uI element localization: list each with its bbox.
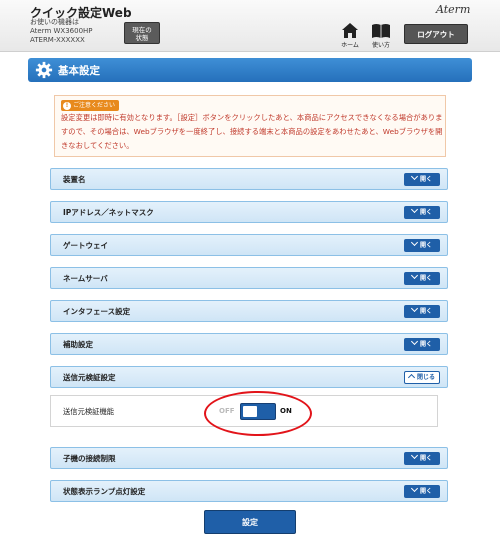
open-button-label: 開く (419, 488, 432, 495)
chevron-down-icon (410, 484, 419, 493)
header-bar: クイック設定Web お使いの機器は Aterm WX3600HP ATERM-X… (0, 0, 500, 52)
open-button[interactable]: 開く (404, 271, 440, 285)
notice-box: ! ご注意ください 設定変更は即時に有効となります。［設定］ボタンをクリックしたあ… (54, 95, 446, 157)
accordion-label: インタフェース設定 (63, 307, 131, 316)
accordion-name-server[interactable]: ネームサーバ 開く (50, 267, 448, 289)
chevron-down-icon (410, 172, 419, 181)
open-button-label: 開く (419, 242, 432, 249)
accordion-source-verification[interactable]: 送信元検証設定 閉じる (50, 366, 448, 388)
device-model: Aterm WX3600HP (30, 27, 93, 35)
notice-badge: ! ご注意ください (61, 100, 120, 111)
close-button-label: 閉じる (416, 374, 435, 381)
accordion-label: IPアドレス／ネットマスク (63, 208, 154, 217)
accordion-client-limit[interactable]: 子機の接続制限 開く (50, 447, 448, 469)
brand-logo: Aterm (436, 3, 471, 16)
open-button-label: 開く (419, 209, 432, 216)
open-button-label: 開く (419, 341, 432, 348)
open-button[interactable]: 開く (404, 337, 440, 351)
notice-badge-label: ご注意ください (73, 102, 116, 109)
accordion-device-name[interactable]: 装置名 開く (50, 168, 448, 190)
open-button[interactable]: 開く (404, 238, 440, 252)
submit-button[interactable]: 設定 (204, 510, 296, 534)
nav-help[interactable]: 使い方 (367, 22, 395, 50)
accordion-auxiliary[interactable]: 補助設定 開く (50, 333, 448, 355)
close-button[interactable]: 閉じる (404, 371, 440, 384)
accordion-status-lamp[interactable]: 状態表示ランプ点灯設定 開く (50, 480, 448, 502)
accordion-label: 装置名 (63, 175, 86, 184)
chevron-up-icon (407, 373, 416, 382)
status-button-line2: 状態 (135, 34, 149, 42)
status-button-line1: 現在の (132, 26, 152, 34)
accordion-gateway[interactable]: ゲートウェイ 開く (50, 234, 448, 256)
open-button[interactable]: 開く (404, 172, 440, 186)
chevron-down-icon (410, 451, 419, 460)
accordion-label: 補助設定 (63, 340, 93, 349)
accordion-interface[interactable]: インタフェース設定 開く (50, 300, 448, 322)
device-id: ATERM-XXXXXX (30, 36, 85, 44)
chevron-down-icon (410, 271, 419, 280)
book-icon (372, 24, 390, 38)
open-button-label: 開く (419, 176, 432, 183)
accordion-label: 状態表示ランプ点灯設定 (63, 487, 146, 496)
gear-icon (35, 61, 53, 79)
open-button-label: 開く (419, 275, 432, 282)
device-caption: お使いの機器は (30, 18, 79, 26)
accordion-label: 送信元検証設定 (63, 373, 116, 382)
open-button-label: 開く (419, 455, 432, 462)
nav-help-label: 使い方 (371, 42, 390, 49)
chevron-down-icon (410, 205, 419, 214)
section-title: 基本設定 (58, 65, 100, 77)
accordion-label: 子機の接続制限 (63, 454, 116, 463)
notice-text: 設定変更は即時に有効となります。［設定］ボタンをクリックしたあと、本商品にアクセ… (61, 113, 443, 150)
nav-home[interactable]: ホーム (336, 22, 364, 50)
open-button-label: 開く (419, 308, 432, 315)
exclamation-icon: ! (63, 102, 71, 110)
accordion-label: ゲートウェイ (63, 241, 108, 250)
highlight-circle (204, 391, 312, 436)
home-icon (342, 23, 358, 38)
source-verification-label: 送信元検証機能 (63, 407, 115, 416)
accordion-label: ネームサーバ (63, 274, 108, 283)
section-header: 基本設定 (28, 58, 472, 82)
nav-home-label: ホーム (341, 42, 359, 49)
chevron-down-icon (410, 337, 419, 346)
logout-button[interactable]: ログアウト (404, 24, 468, 44)
open-button[interactable]: 開く (404, 205, 440, 219)
chevron-down-icon (410, 304, 419, 313)
open-button[interactable]: 開く (404, 451, 440, 465)
current-status-button[interactable]: 現在の 状態 (124, 22, 160, 44)
open-button[interactable]: 開く (404, 304, 440, 318)
open-button[interactable]: 開く (404, 484, 440, 498)
chevron-down-icon (410, 238, 419, 247)
accordion-ip-address[interactable]: IPアドレス／ネットマスク 開く (50, 201, 448, 223)
